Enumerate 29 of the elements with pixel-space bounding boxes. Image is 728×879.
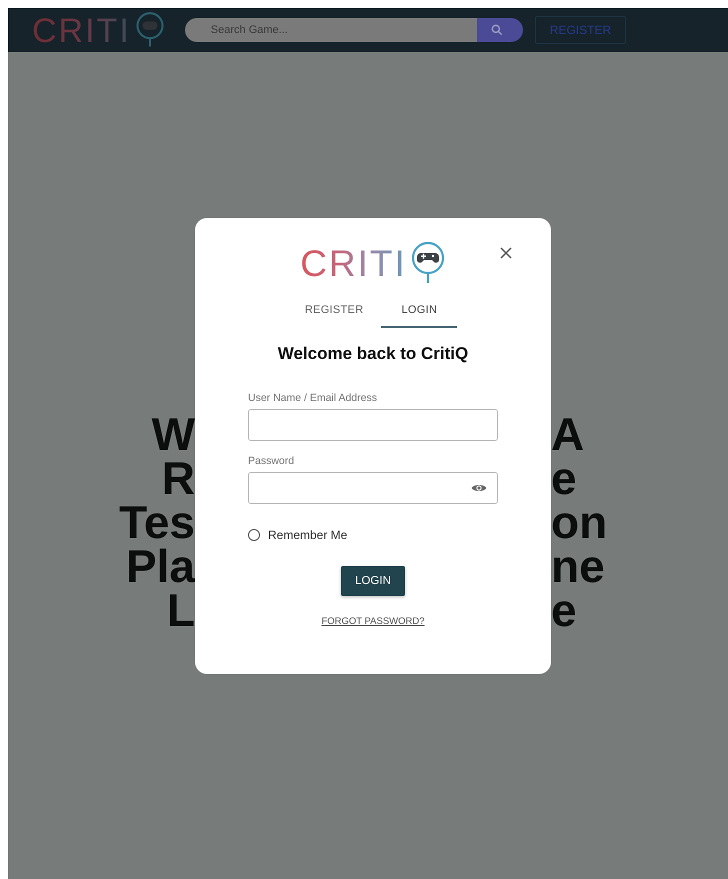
input-field[interactable] [248,472,498,504]
field-label: User Name / Email Address [248,392,378,404]
field-label: Password [248,455,296,467]
heading-fragment: Pla [124,544,195,588]
heading-fragment: W [150,412,195,456]
heading-fragment: ne [551,544,606,588]
search-button[interactable] [476,18,523,42]
close-button[interactable] [498,245,514,261]
heading-fragment: on [551,500,608,544]
logo-mark-icon [134,10,165,48]
heading-fragment: e [551,456,578,500]
input-field[interactable] [248,409,498,441]
heading-fragment: L [166,588,195,632]
tab[interactable]: LOGIN [381,298,458,328]
search-field[interactable]: Search Game... [184,18,477,42]
heading-fragment: A [551,412,586,456]
heading-fragment: Tes [118,500,195,544]
close-icon [500,247,512,259]
search-icon [490,23,504,37]
forgot-password-link[interactable]: FORGOT PASSWORD? [321,616,425,627]
remember-me-label: Remember Me [268,528,348,542]
tab[interactable]: REGISTER [288,298,380,328]
logo-mark-icon [410,240,446,284]
dialog-title: Welcome back to CritiQ [278,344,468,364]
eye-icon[interactable] [471,482,487,494]
radio-button[interactable] [248,529,260,541]
login-button[interactable]: LOGIN [341,566,405,596]
heading-fragment: R [160,456,195,500]
heading-fragment: e [551,588,578,632]
